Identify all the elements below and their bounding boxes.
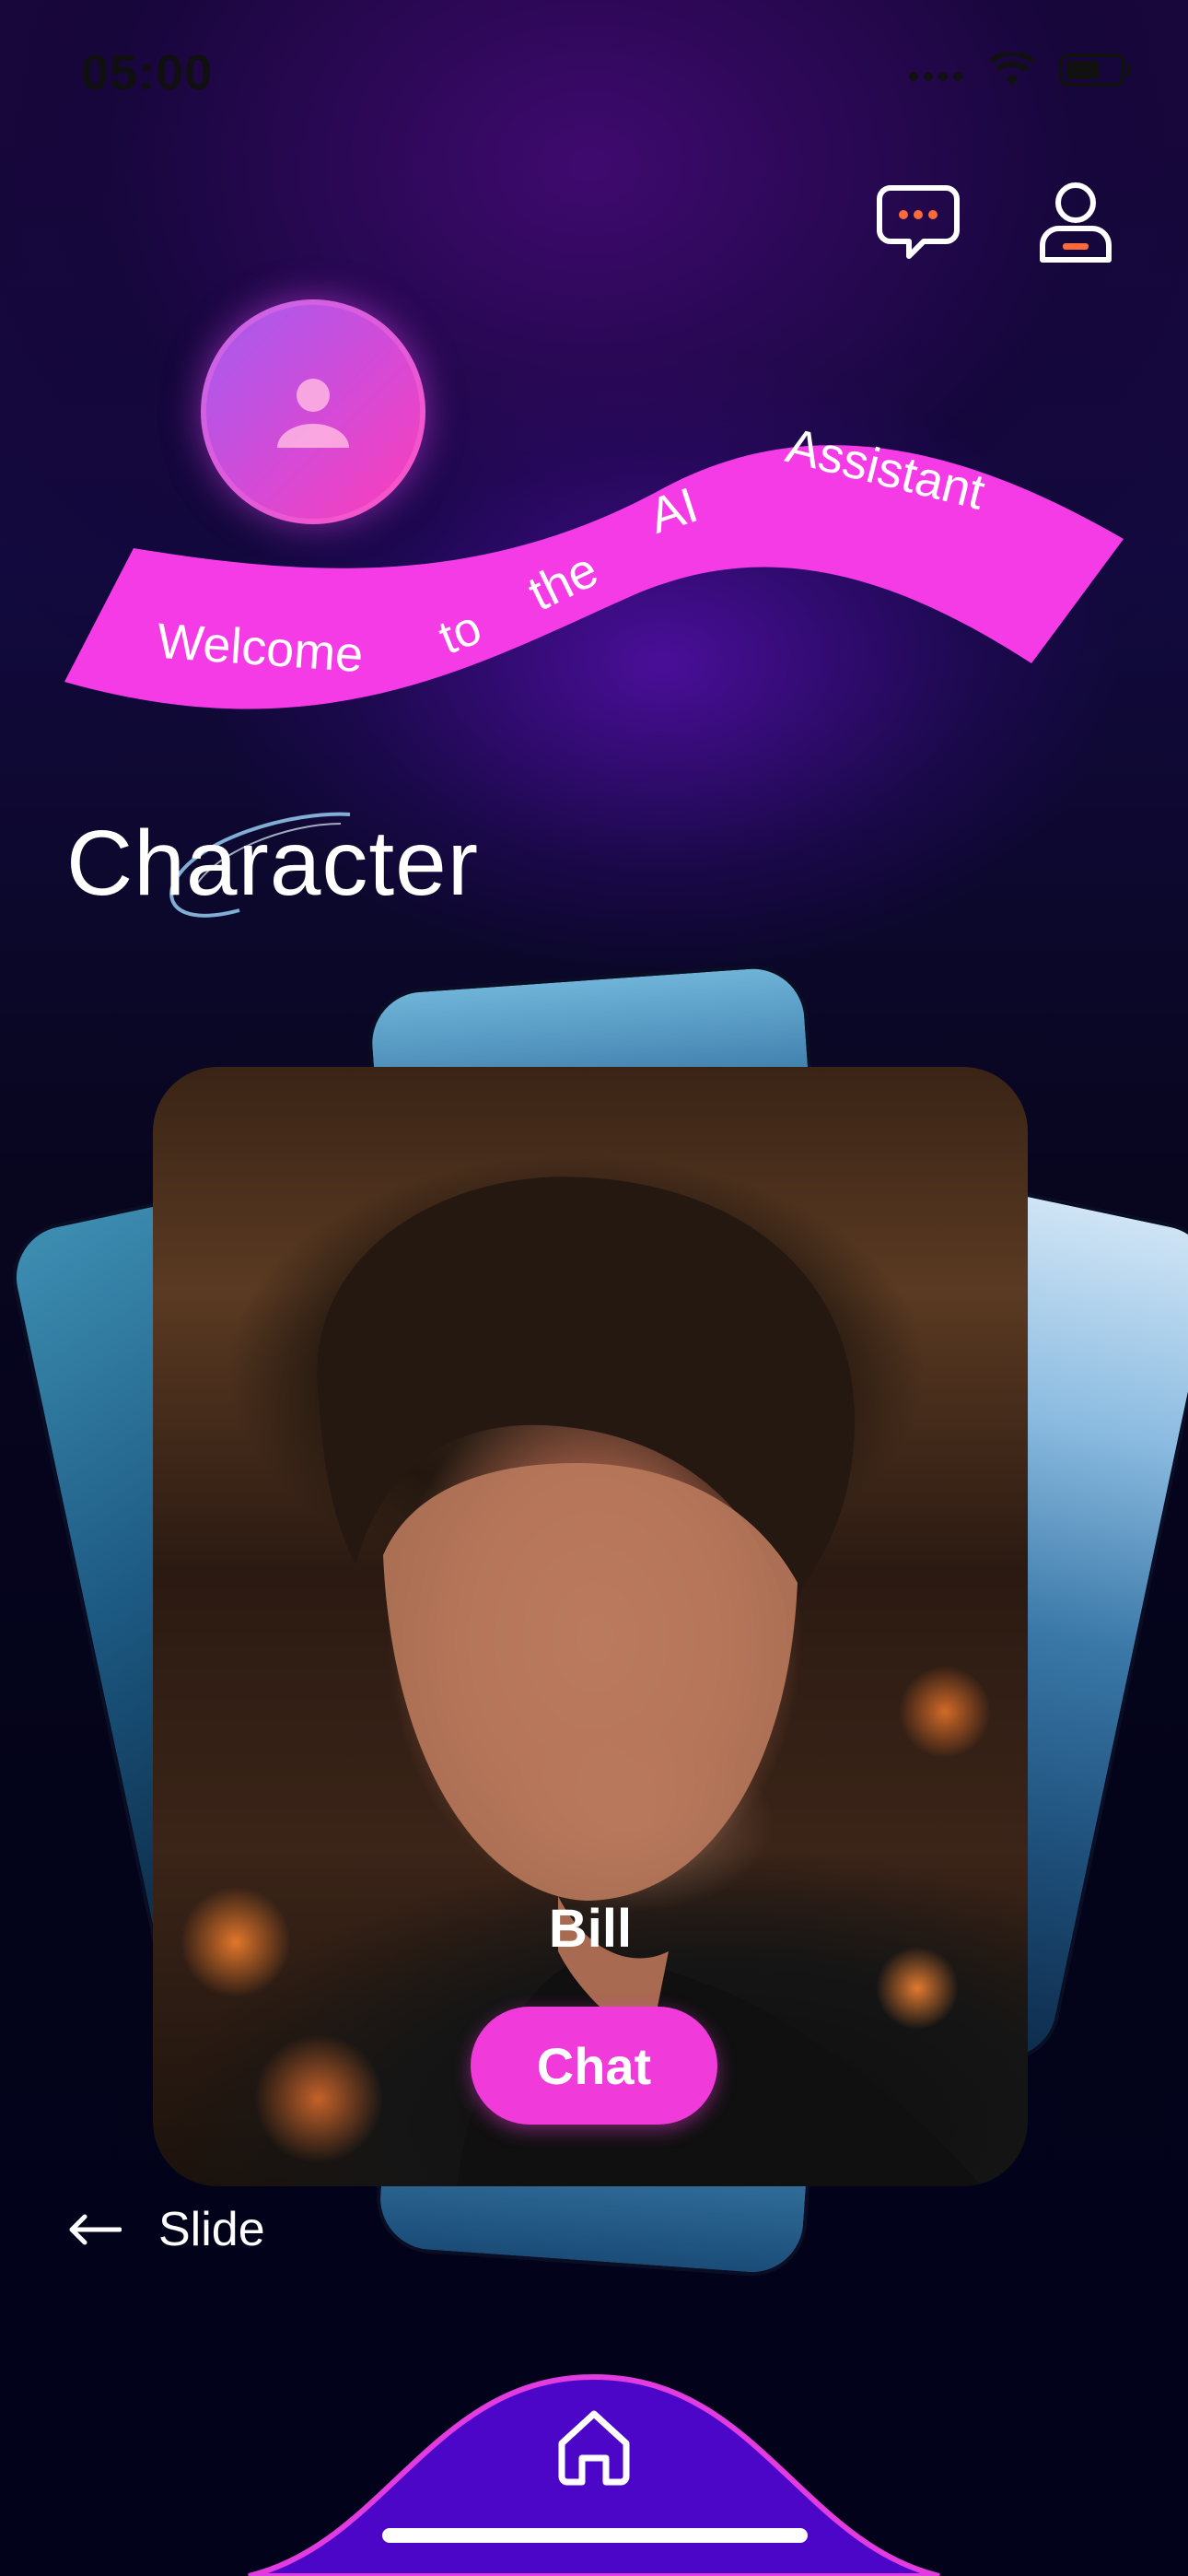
- slide-hint[interactable]: Slide: [66, 2202, 265, 2257]
- home-indicator: [382, 2528, 808, 2543]
- arrow-left-icon: [69, 2214, 122, 2245]
- character-name: Bill: [548, 1899, 633, 1959]
- chat-bubble-icon: [877, 185, 960, 259]
- welcome-banner: Welcome to the AI Assistant: [64, 418, 1124, 709]
- chat-button[interactable]: [868, 171, 969, 273]
- status-icons: [906, 52, 1133, 88]
- status-time: 05:00: [81, 45, 214, 100]
- battery-icon: [1059, 53, 1131, 87]
- character-card[interactable]: Bill Chat: [153, 1067, 1028, 2186]
- slide-label: Slide: [158, 2203, 265, 2256]
- wifi-icon: [989, 53, 1035, 86]
- section-title: Character: [66, 812, 480, 915]
- user-profile-icon: [1040, 182, 1112, 263]
- home-button[interactable]: [543, 2395, 645, 2497]
- cellular-icon: [909, 72, 962, 81]
- profile-button[interactable]: [1025, 171, 1126, 273]
- chat-start-button[interactable]: Chat: [471, 2007, 717, 2125]
- home-icon: [558, 2410, 630, 2486]
- app-screen: 05:00 Welcome to the AI Assistant Charac…: [0, 0, 1188, 2576]
